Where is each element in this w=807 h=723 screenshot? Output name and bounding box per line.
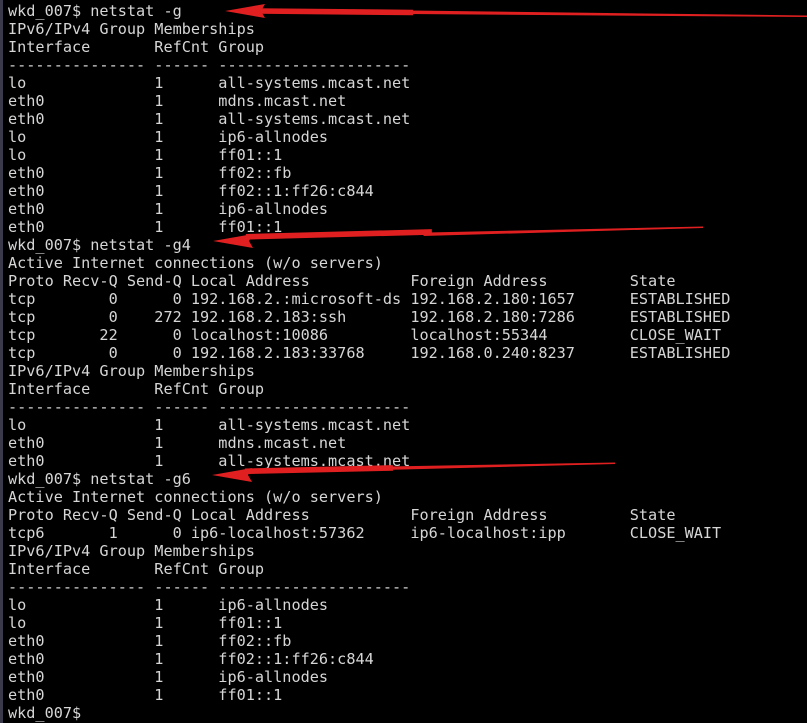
- terminal-line: tcp 0 0 192.168.2.:microsoft-ds 192.168.…: [8, 290, 731, 308]
- terminal-line: tcp 0 0 192.168.2.183:33768 192.168.0.24…: [8, 344, 731, 362]
- terminal-line: eth0 1 all-systems.mcast.net: [8, 110, 411, 128]
- terminal-line: wkd_007$ netstat -g6: [8, 470, 191, 488]
- terminal-line: eth0 1 ff02::fb: [8, 164, 292, 182]
- terminal-line: Active Internet connections (w/o servers…: [8, 254, 383, 272]
- terminal-line: eth0 1 ff02::1:ff26:c844: [8, 182, 374, 200]
- terminal-line: Interface RefCnt Group: [8, 38, 265, 56]
- terminal-line: IPv6/IPv4 Group Memberships: [8, 542, 255, 560]
- terminal-line: --------------- ------ -----------------…: [8, 578, 411, 596]
- terminal-line: wkd_007$ netstat -g4: [8, 236, 191, 254]
- terminal-line: --------------- ------ -----------------…: [8, 56, 411, 74]
- terminal-line: IPv6/IPv4 Group Memberships: [8, 362, 255, 380]
- terminal-window[interactable]: wkd_007$ netstat -g IPv6/IPv4 Group Memb…: [0, 0, 807, 723]
- terminal-line: wkd_007$ netstat -g: [8, 2, 182, 20]
- terminal-line: lo 1 ff01::1: [8, 146, 283, 164]
- terminal-line: eth0 1 ff01::1: [8, 686, 283, 704]
- terminal-line: tcp 0 272 192.168.2.183:ssh 192.168.2.18…: [8, 308, 731, 326]
- terminal-output[interactable]: wkd_007$ netstat -g IPv6/IPv4 Group Memb…: [3, 0, 807, 722]
- terminal-line: lo 1 ff01::1: [8, 614, 283, 632]
- terminal-line: tcp 22 0 localhost:10086 localhost:55344…: [8, 326, 722, 344]
- terminal-line: wkd_007$: [8, 704, 82, 722]
- terminal-line: eth0 1 ip6-allnodes: [8, 668, 329, 686]
- terminal-line: eth0 1 ff02::fb: [8, 632, 292, 650]
- terminal-line: eth0 1 mdns.mcast.net: [8, 92, 347, 110]
- terminal-line: Interface RefCnt Group: [8, 380, 265, 398]
- terminal-line: IPv6/IPv4 Group Memberships: [8, 20, 255, 38]
- terminal-line: eth0 1 ff02::1:ff26:c844: [8, 650, 374, 668]
- terminal-line: Proto Recv-Q Send-Q Local Address Foreig…: [8, 506, 676, 524]
- terminal-line: tcp6 1 0 ip6-localhost:57362 ip6-localho…: [8, 524, 722, 542]
- terminal-line: eth0 1 all-systems.mcast.net: [8, 452, 411, 470]
- terminal-line: lo 1 all-systems.mcast.net: [8, 74, 411, 92]
- terminal-line: eth0 1 ip6-allnodes: [8, 200, 329, 218]
- terminal-line: lo 1 ip6-allnodes: [8, 128, 329, 146]
- terminal-line: Active Internet connections (w/o servers…: [8, 488, 383, 506]
- terminal-line: lo 1 all-systems.mcast.net: [8, 416, 411, 434]
- terminal-line: eth0 1 mdns.mcast.net: [8, 434, 347, 452]
- terminal-line: Proto Recv-Q Send-Q Local Address Foreig…: [8, 272, 676, 290]
- terminal-line: eth0 1 ff01::1: [8, 218, 283, 236]
- terminal-line: Interface RefCnt Group: [8, 560, 265, 578]
- terminal-line: lo 1 ip6-allnodes: [8, 596, 329, 614]
- terminal-line: --------------- ------ -----------------…: [8, 398, 411, 416]
